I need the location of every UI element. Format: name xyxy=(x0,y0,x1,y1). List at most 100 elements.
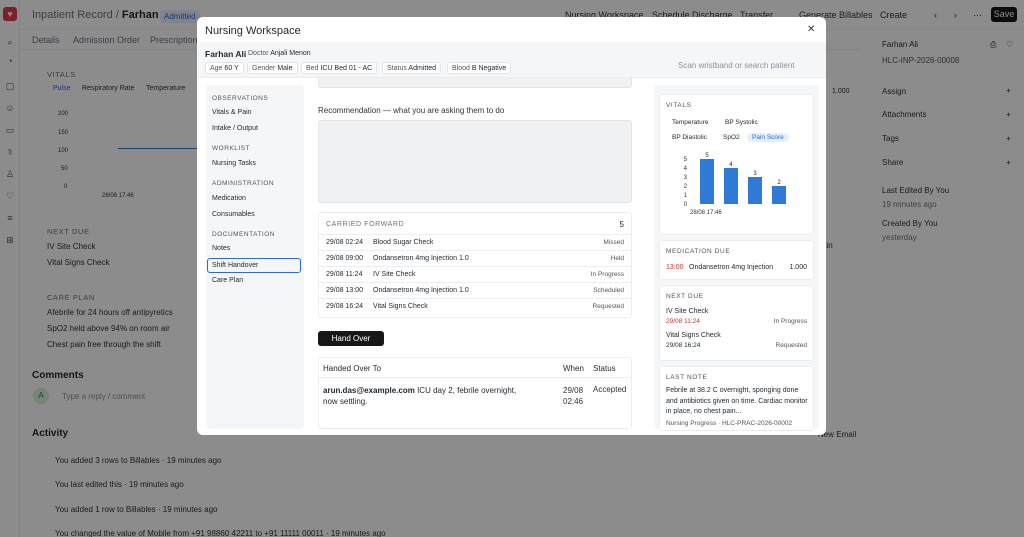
chip-label: Blood xyxy=(452,65,470,72)
hand-over-button[interactable]: Hand Over xyxy=(318,331,384,346)
task-time: 29/08 11:24 xyxy=(326,271,363,278)
chart-x-axis: 28/08 17:46 xyxy=(690,210,722,216)
nav-group-observations: OBSERVATIONS xyxy=(212,95,269,102)
nav-group-worklist: WORKLIST xyxy=(212,145,250,152)
next-due-label: NEXT DUE xyxy=(666,293,704,300)
y-tick-label: 4 xyxy=(684,166,688,172)
task-name: IV Site Check xyxy=(373,271,416,278)
patient-summary-panel: VITALS Temperature BP Systolic BP Diasto… xyxy=(654,85,819,431)
task-name: Ondansetron 4mg Injection 1.0 xyxy=(373,255,469,262)
task-status: Requested xyxy=(592,303,624,310)
handover-form: Recommendation — what you are asking the… xyxy=(309,78,649,434)
chip-value: Admitted xyxy=(408,65,437,72)
table-header: Handed Over To When Status xyxy=(319,358,631,378)
task-time: 29/08 13:00 xyxy=(326,287,363,294)
medication-qty: 1.000 xyxy=(789,264,807,271)
x-tick-label: 28/08 17:46 xyxy=(690,210,722,216)
column-header: Status xyxy=(593,364,616,373)
vital-pill-pain-score[interactable]: Pain Score xyxy=(747,133,789,142)
bar[interactable] xyxy=(724,168,738,204)
task-status: In Progress xyxy=(590,271,624,278)
next-due-status: In Progress xyxy=(773,318,807,325)
task-status: Scheduled xyxy=(593,287,624,294)
task-status: Held xyxy=(610,255,624,262)
bar-data-label: 5 xyxy=(705,153,709,159)
carried-forward-card: CARRIED FORWARD 5 29/08 02:24 Blood Suga… xyxy=(318,212,632,318)
list-item[interactable]: 29/08 09:00 Ondansetron 4mg Injection 1.… xyxy=(319,250,631,266)
task-name: Vital Signs Check xyxy=(373,303,428,310)
last-note-text: Febrile at 38.2 C overnight, sponging do… xyxy=(666,387,808,415)
scan-search-input[interactable]: Scan wristband or search patient xyxy=(678,61,795,70)
carried-forward-label: CARRIED FORWARD xyxy=(326,221,405,228)
doctor-name: Anjali Menon xyxy=(270,50,311,57)
task-status: Missed xyxy=(603,239,624,246)
nav-intake-output[interactable]: Intake / Output xyxy=(212,125,258,132)
when-date: 29/08 xyxy=(563,386,584,395)
bar-data-label: 4 xyxy=(729,162,733,168)
previous-textarea[interactable] xyxy=(318,78,632,88)
recommendation-textarea[interactable] xyxy=(318,120,632,203)
patient-header: Farhan Ali Doctor Anjali Menon Age 60 Y … xyxy=(197,42,826,78)
bar[interactable] xyxy=(700,159,714,204)
chip-blood: Blood B Negative xyxy=(447,62,512,74)
handover-table: Handed Over To When Status arun.das@exam… xyxy=(318,357,632,429)
vital-pill-bp-systolic[interactable]: BP Systolic xyxy=(725,119,758,126)
workspace-nav: OBSERVATIONS Vitals & Pain Intake / Outp… xyxy=(206,85,304,429)
list-item[interactable]: 29/08 13:00 Ondansetron 4mg Injection 1.… xyxy=(319,282,631,298)
handover-recipient: arun.das@example.com ICU day 2, febrile … xyxy=(323,385,531,407)
next-due-time: 29/08 11:24 xyxy=(666,318,700,325)
recommendation-label: Recommendation — what you are asking the… xyxy=(318,106,505,115)
carried-forward-count: 5 xyxy=(619,220,624,229)
patient-name: Farhan Ali xyxy=(205,49,247,59)
column-header: Handed Over To xyxy=(323,364,382,373)
medication-time: 13:00 xyxy=(666,264,684,271)
nav-shift-handover[interactable]: Shift Handover xyxy=(207,258,301,273)
close-icon[interactable]: ✕ xyxy=(807,24,815,35)
vital-pill-spo2[interactable]: SpO2 xyxy=(723,134,740,141)
nav-vitals-pain[interactable]: Vitals & Pain xyxy=(212,109,252,116)
handover-when: 29/08 02:46 xyxy=(563,385,583,407)
chip-label: Age xyxy=(210,65,223,72)
bar[interactable] xyxy=(772,186,786,204)
task-time: 29/08 02:24 xyxy=(326,239,363,246)
chip-value: B Negative xyxy=(471,65,507,72)
next-due-task[interactable]: IV Site Check xyxy=(666,308,708,315)
nav-nursing-tasks[interactable]: Nursing Tasks xyxy=(212,160,256,167)
vital-pill-bp-diastolic[interactable]: BP Diastolic xyxy=(672,134,707,141)
list-item[interactable]: 29/08 02:24 Blood Sugar Check Missed xyxy=(319,234,631,250)
vital-pill-temperature[interactable]: Temperature xyxy=(672,119,709,126)
chart-bars: 5 4 3 2 xyxy=(700,153,786,204)
task-name: Ondansetron 4mg Injection 1.0 xyxy=(373,287,469,294)
next-due-task[interactable]: Vital Signs Check xyxy=(666,332,721,339)
chip-gender: Gender Male xyxy=(247,62,298,74)
bar-data-label: 3 xyxy=(753,171,757,177)
chip-label: Gender xyxy=(252,65,276,72)
chip-label: Status xyxy=(387,65,407,72)
y-tick-label: 5 xyxy=(684,157,688,163)
chart-y-axis: 0 1 2 3 4 5 xyxy=(684,157,688,208)
y-tick-label: 3 xyxy=(684,175,688,181)
chip-label: Bed xyxy=(306,65,319,72)
recipient-email[interactable]: arun.das@example.com xyxy=(323,386,415,395)
nav-consumables[interactable]: Consumables xyxy=(212,211,255,218)
nav-care-plan[interactable]: Care Plan xyxy=(212,277,243,284)
nav-notes[interactable]: Notes xyxy=(212,245,230,252)
medication-due-card: MEDICATION DUE 13:00 Ondansetron 4mg Inj… xyxy=(659,240,814,280)
task-name: Blood Sugar Check xyxy=(373,239,434,246)
table-row[interactable]: arun.das@example.com ICU day 2, febrile … xyxy=(319,379,631,427)
nav-medication[interactable]: Medication xyxy=(212,195,246,202)
chip-value: 60 Y xyxy=(224,65,239,72)
medication-due-label: MEDICATION DUE xyxy=(666,248,731,255)
list-item[interactable]: 29/08 16:24 Vital Signs Check Requested xyxy=(319,298,631,314)
chip-value: Male xyxy=(277,65,293,72)
doctor-info: Doctor Anjali Menon xyxy=(248,50,311,57)
chip-bed: Bed ICU Bed 01 - AC xyxy=(301,62,378,74)
pain-score-chart: 0 1 2 3 4 5 5 4 3 2 28/08 17:46 xyxy=(684,153,786,216)
bar[interactable] xyxy=(748,177,762,204)
list-item[interactable]: 29/08 11:24 IV Site Check In Progress xyxy=(319,266,631,282)
task-time: 29/08 09:00 xyxy=(326,255,363,262)
chip-value: ICU Bed 01 - AC xyxy=(320,65,373,72)
nav-group-documentation: DOCUMENTATION xyxy=(212,231,275,238)
bar-data-label: 2 xyxy=(777,180,781,186)
last-note-card: LAST NOTE Febrile at 38.2 C overnight, s… xyxy=(659,366,814,431)
